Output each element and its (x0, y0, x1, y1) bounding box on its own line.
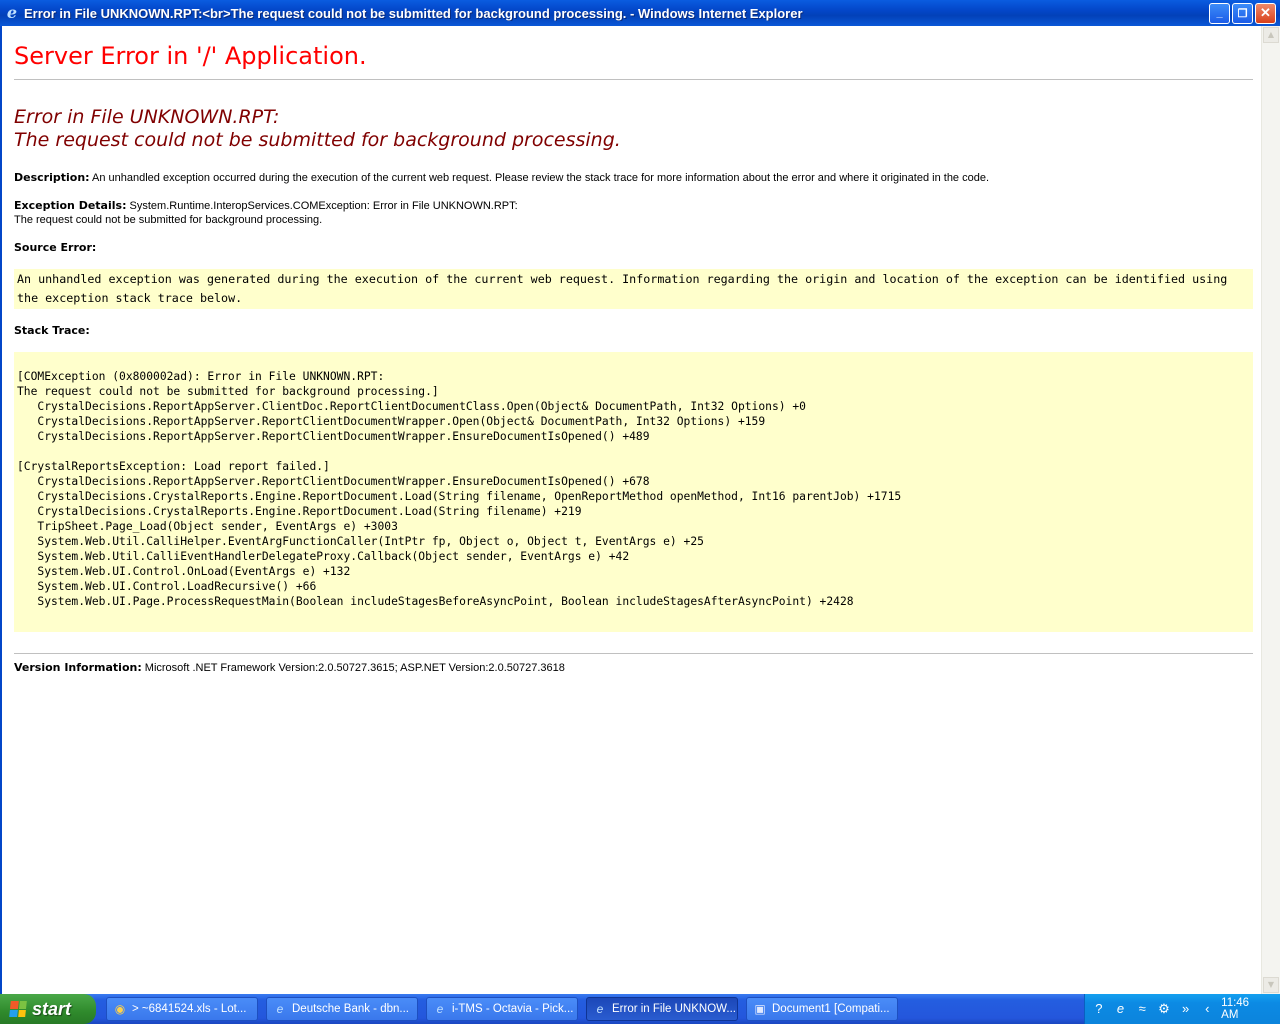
task-label: Deutsche Bank - dbn... (292, 1003, 409, 1015)
settings-icon[interactable]: ⚙ (1156, 1001, 1172, 1017)
browser-viewport: Server Error in '/' Application. Error i… (0, 26, 1280, 994)
vertical-scrollbar[interactable]: ▲ ▼ (1261, 26, 1280, 994)
clock[interactable]: 11:46 AM (1221, 997, 1268, 1021)
show-hidden-icons-icon[interactable]: ‹ (1199, 1001, 1215, 1017)
expand-tray-icon[interactable]: » (1178, 1001, 1194, 1017)
description-label: Description: (14, 171, 90, 184)
error-title-line1: Error in File UNKNOWN.RPT: (14, 106, 280, 128)
system-tray: ? e ≈ ⚙ » ‹ 11:46 AM (1084, 994, 1280, 1024)
stack-trace-label: Stack Trace: (14, 324, 90, 337)
ie-icon: e (276, 1002, 284, 1016)
internet-explorer-icon: e (6, 3, 18, 22)
task-deutsche-bank[interactable]: e Deutsche Bank - dbn... (266, 997, 418, 1021)
version-label: Version Information: (14, 661, 142, 674)
help-icon[interactable]: ? (1091, 1001, 1107, 1017)
exception-text-line1: System.Runtime.InteropServices.COMExcept… (126, 200, 518, 212)
server-error-heading: Server Error in '/' Application. (14, 42, 367, 70)
source-error-box: An unhandled exception was generated dur… (14, 269, 1253, 309)
word-icon: ▣ (754, 1002, 766, 1016)
version-information: Version Information: Microsoft .NET Fram… (14, 661, 565, 674)
description-text: An unhandled exception occurred during t… (89, 172, 990, 184)
network-icon[interactable]: ≈ (1134, 1001, 1150, 1017)
ie-icon: e (596, 1002, 604, 1016)
window-title: Error in File UNKNOWN.RPT:<br>The reques… (24, 5, 803, 21)
window-title-bar[interactable]: e Error in File UNKNOWN.RPT:<br>The requ… (0, 0, 1280, 26)
start-button[interactable]: start (0, 994, 96, 1024)
task-label: > ~6841524.xls - Lot... (132, 1003, 247, 1015)
error-title-line2: The request could not be submitted for b… (14, 129, 621, 151)
version-text: Microsoft .NET Framework Version:2.0.507… (141, 662, 565, 674)
description: Description: An unhandled exception occu… (14, 171, 989, 184)
scroll-down-arrow-icon[interactable]: ▼ (1263, 977, 1279, 993)
task-label: Error in File UNKNOW... (612, 1003, 736, 1015)
taskbar-buttons: ◉ > ~6841524.xls - Lot... e Deutsche Ban… (106, 997, 906, 1021)
taskbar: start ◉ > ~6841524.xls - Lot... e Deutsc… (0, 994, 1280, 1024)
start-label: start (32, 998, 72, 1019)
exception-details: Exception Details: System.Runtime.Intero… (14, 199, 518, 227)
task-itms[interactable]: e i-TMS - Octavia - Pick... (426, 997, 578, 1021)
scroll-up-arrow-icon[interactable]: ▲ (1263, 27, 1279, 43)
task-spreadsheet[interactable]: ◉ > ~6841524.xls - Lot... (106, 997, 258, 1021)
ie-icon: e (436, 1002, 444, 1016)
restore-button[interactable]: ❐ (1232, 2, 1253, 24)
task-error-page[interactable]: e Error in File UNKNOW... (586, 997, 738, 1021)
divider (14, 79, 1253, 80)
error-title: Error in File UNKNOWN.RPT: The request c… (14, 106, 621, 152)
minimize-button[interactable]: _ (1209, 2, 1230, 24)
exception-text-line2: The request could not be submitted for b… (14, 214, 323, 226)
source-error-label: Source Error: (14, 241, 97, 254)
windows-flag-icon (9, 1001, 27, 1017)
exception-label: Exception Details: (14, 199, 127, 212)
ie-icon[interactable]: e (1113, 1001, 1129, 1017)
task-label: Document1 [Compati... (772, 1003, 890, 1015)
stack-trace-box: [COMException (0x800002ad): Error in Fil… (14, 352, 1253, 632)
task-label: i-TMS - Octavia - Pick... (452, 1003, 574, 1015)
close-button[interactable]: ✕ (1255, 2, 1276, 24)
divider (14, 653, 1253, 654)
spreadsheet-icon: ◉ (114, 1002, 126, 1016)
task-word-document[interactable]: ▣ Document1 [Compati... (746, 997, 898, 1021)
